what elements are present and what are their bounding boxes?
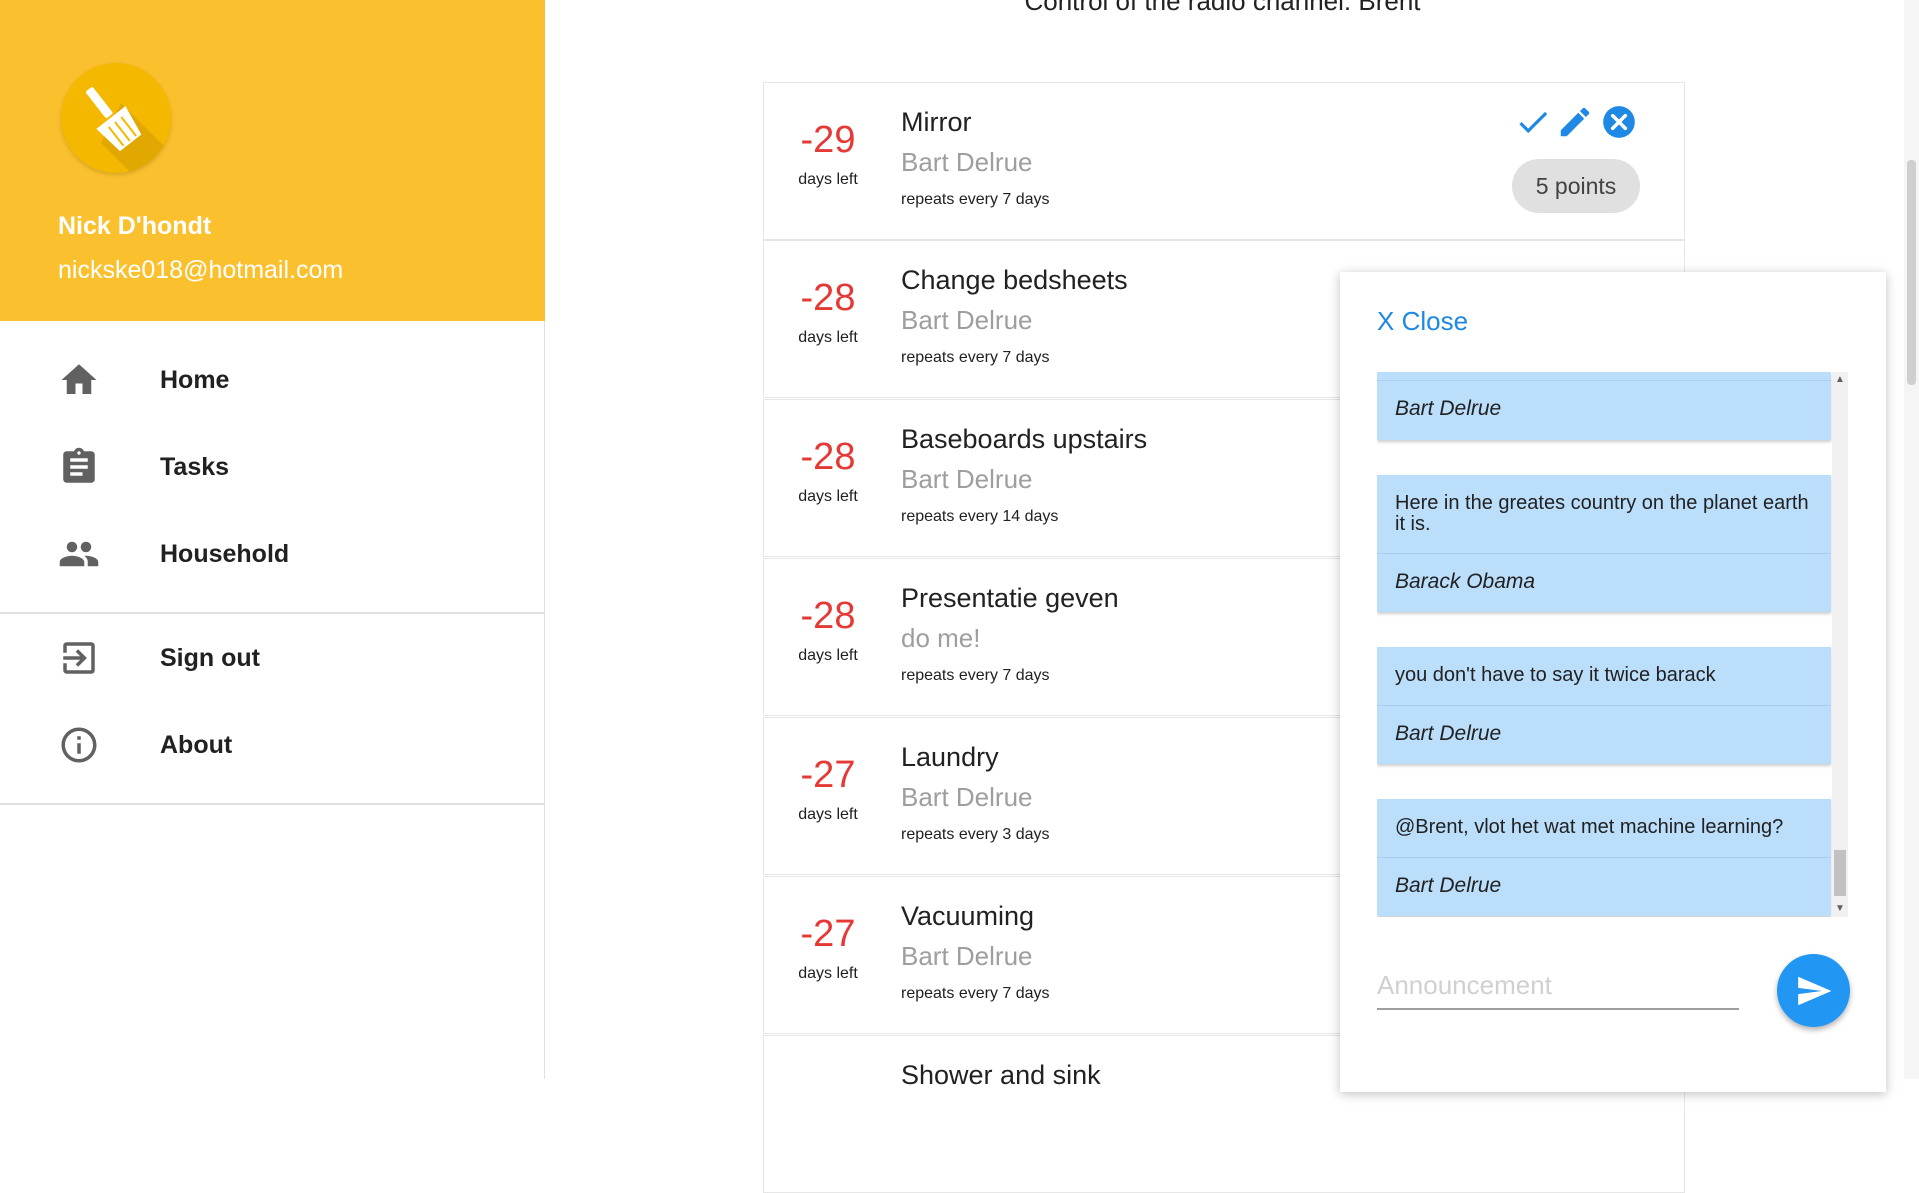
nav-divider-bottom [0,803,545,805]
page-scroll-thumb[interactable] [1907,160,1916,385]
message-text: you don't have to say it twice barack [1395,664,1716,686]
task-name: Change bedsheets [901,265,1128,295]
task-assignee: do me! [901,623,981,653]
clipboard-icon [58,446,100,488]
message-bubble: Bart Delrue [1377,372,1831,440]
scroll-down-arrow-icon[interactable]: ▼ [1832,901,1848,917]
broom-icon [86,87,171,173]
days-left-count: -27 [800,754,856,796]
announcement-input[interactable] [1377,962,1739,1010]
announcements-panel: X Close Bart Delrue Here in the greates … [1340,272,1886,1092]
message-bubble: @Brent, vlot het wat met machine learnin… [1377,799,1831,916]
messages-scroll-thumb[interactable] [1834,850,1846,896]
scroll-up-arrow-icon[interactable]: ▲ [1832,372,1848,388]
message-text: @Brent, vlot het wat met machine learnin… [1395,816,1784,838]
message-bubble: Here in the greates country on the plane… [1377,475,1831,612]
days-left-label: days left [798,647,858,664]
task-name: Shower and sink [901,1060,1101,1090]
nav-label-tasks: Tasks [160,452,230,481]
drawer-header: Nick D'hondt nickske018@hotmail.com [0,0,545,321]
days-left-count: -28 [800,436,856,478]
task-name: Mirror [901,107,972,137]
message-separator [1377,380,1831,381]
task-repeat: repeats every 14 days [901,508,1059,525]
home-icon [58,359,100,401]
task-actions [1510,103,1640,141]
message-author: Bart Delrue [1395,722,1502,745]
days-left-label: days left [798,965,858,982]
message-bubble: you don't have to say it twice barack Ba… [1377,647,1831,764]
page-heading: Control of the radio channel: Brent [1024,0,1421,16]
page-scrollbar[interactable] [1904,0,1919,1079]
task-assignee: Bart Delrue [901,305,1033,335]
task-name: Baseboards upstairs [901,424,1148,454]
days-left-label: days left [798,329,858,346]
points-chip[interactable]: 5 points [1512,159,1640,213]
send-icon [1798,976,1832,1006]
message-separator [1377,857,1831,858]
nav-item-sign-out[interactable]: Sign out [0,619,545,697]
send-button[interactable] [1777,954,1850,1027]
message-text: Here in the greates country on the plane… [1395,492,1809,535]
task-card[interactable]: -29 days left Mirror Bart Delrue repeats… [763,82,1685,240]
message-author: Bart Delrue [1395,874,1502,897]
nav-label-home: Home [160,365,230,394]
message-separator [1377,705,1831,706]
nav-label-sign-out: Sign out [160,643,260,672]
days-left-label: days left [798,488,858,505]
edit-pencil-icon[interactable] [1556,103,1594,141]
nav-item-home[interactable]: Home [0,341,545,419]
days-left-count: -27 [800,913,856,955]
info-icon [58,724,100,766]
people-icon [58,533,100,575]
task-repeat: repeats every 3 days [901,826,1050,843]
days-left-label: days left [798,806,858,823]
task-assignee: Bart Delrue [901,782,1033,812]
task-name: Laundry [901,742,999,772]
days-left-count: -29 [800,119,856,161]
days-left-count: -28 [800,595,856,637]
task-name: Presentatie geven [901,583,1119,613]
user-name: Nick D'hondt [58,212,212,240]
days-left-label: days left [798,171,858,188]
app-logo-avatar [61,63,171,173]
message-author: Barack Obama [1395,570,1536,593]
nav-label-household: Household [160,539,290,568]
message-separator [1377,553,1831,554]
close-button[interactable]: X Close [1377,306,1468,337]
navigation-drawer: Nick D'hondt nickske018@hotmail.com Home… [0,0,545,1079]
nav-label-about: About [160,730,233,759]
messages-scrollbar[interactable]: ▲ ▼ [1832,372,1848,917]
messages-list: Bart Delrue Here in the greates country … [1377,372,1848,917]
sign-out-icon [58,637,100,679]
task-repeat: repeats every 7 days [901,191,1050,208]
delete-cancel-icon[interactable] [1600,103,1638,141]
task-repeat: repeats every 7 days [901,349,1050,366]
task-assignee: Bart Delrue [901,941,1033,971]
task-repeat: repeats every 7 days [901,667,1050,684]
task-assignee: Bart Delrue [901,464,1033,494]
message-author: Bart Delrue [1395,397,1502,420]
task-assignee: Bart Delrue [901,147,1033,177]
nav-item-household[interactable]: Household [0,515,545,593]
task-name: Vacuuming [901,901,1035,931]
days-left-count: -28 [800,277,856,319]
check-icon[interactable] [1514,103,1552,141]
nav-item-tasks[interactable]: Tasks [0,428,545,506]
user-email: nickske018@hotmail.com [58,256,344,284]
task-repeat: repeats every 7 days [901,985,1050,1002]
nav-item-about[interactable]: About [0,706,545,784]
nav-divider [0,612,545,614]
